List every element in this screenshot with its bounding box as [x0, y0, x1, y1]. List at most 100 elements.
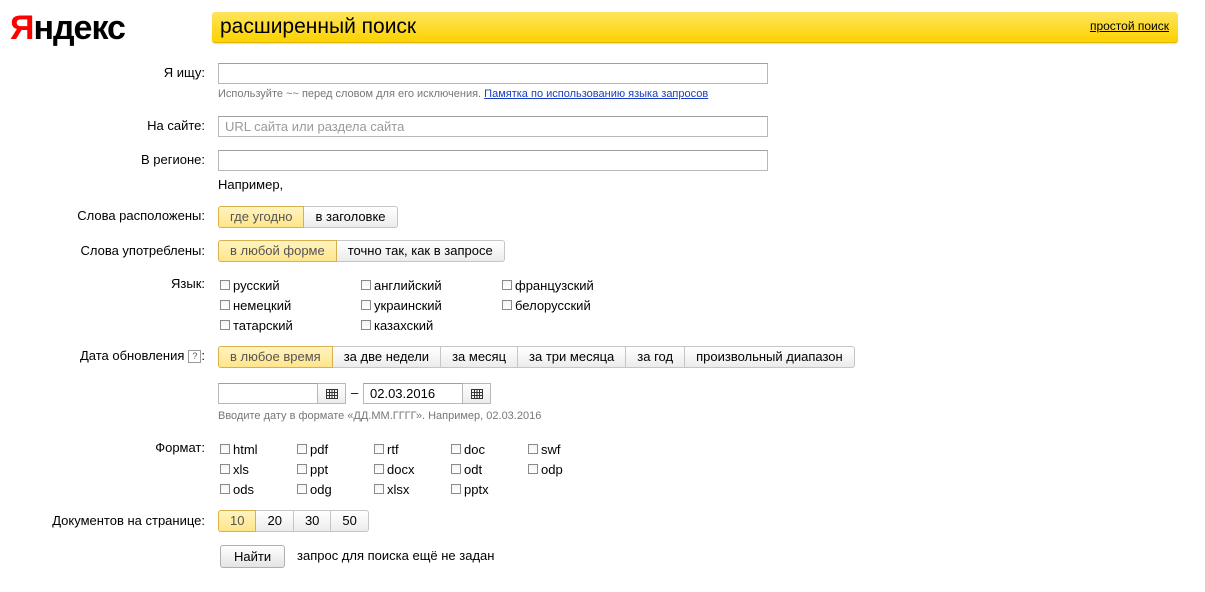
checkbox[interactable]	[297, 464, 307, 474]
format-option: doc	[451, 441, 485, 457]
words-form-selector: в любой форме точно так, как в запросе	[218, 240, 505, 262]
region-example: Например,	[218, 177, 284, 192]
checkbox[interactable]	[361, 300, 371, 310]
checkbox[interactable]	[451, 444, 461, 454]
format-option: xls	[220, 461, 249, 477]
per-page-50[interactable]: 50	[331, 510, 369, 532]
format-option: odg	[297, 481, 332, 497]
language-option-label: французский	[515, 277, 594, 293]
checkbox[interactable]	[374, 484, 384, 494]
date-option-any[interactable]: в любое время	[218, 346, 333, 368]
checkbox[interactable]	[528, 444, 538, 454]
words-position-anywhere[interactable]: где угодно	[218, 206, 305, 228]
per-page-30[interactable]: 30	[293, 510, 332, 532]
site-label: На сайте:	[147, 118, 205, 133]
find-button[interactable]: Найти	[220, 545, 286, 568]
date-to-input[interactable]	[363, 383, 463, 404]
checkbox[interactable]	[297, 484, 307, 494]
checkbox[interactable]	[374, 464, 384, 474]
checkbox[interactable]	[220, 464, 230, 474]
checkbox[interactable]	[502, 280, 512, 290]
checkbox[interactable]	[451, 484, 461, 494]
format-option: swf	[528, 441, 561, 457]
region-label: В регионе:	[141, 152, 205, 167]
checkbox[interactable]	[297, 444, 307, 454]
format-option: pptx	[451, 481, 489, 497]
date-from-input[interactable]	[218, 383, 318, 404]
region-input[interactable]	[218, 150, 768, 171]
query-hint: Используйте ~~ перед словом для его искл…	[218, 88, 708, 100]
date-option-three-months[interactable]: за три месяца	[518, 346, 627, 368]
language-option-label: русский	[233, 277, 280, 293]
format-option: html	[220, 441, 258, 457]
checkbox[interactable]	[502, 300, 512, 310]
checkbox[interactable]	[220, 320, 230, 330]
format-option: rtf	[374, 441, 399, 457]
words-position-title[interactable]: в заголовке	[304, 206, 398, 228]
checkbox[interactable]	[220, 300, 230, 310]
format-option-label: docx	[387, 461, 415, 477]
date-label: Дата обновления	[79, 348, 185, 363]
checkbox[interactable]	[374, 444, 384, 454]
per-page-20[interactable]: 20	[256, 510, 294, 532]
date-label-colon: :	[201, 348, 205, 363]
format-option: xlsx	[374, 481, 409, 497]
format-option: ods	[220, 481, 254, 497]
format-option: odp	[528, 461, 563, 477]
find-status: запрос для поиска ещё не задан	[297, 548, 495, 563]
words-form-exact[interactable]: точно так, как в запросе	[336, 240, 505, 262]
checkbox[interactable]	[451, 464, 461, 474]
per-page-10[interactable]: 10	[218, 510, 257, 532]
language-option: белорусский	[502, 297, 591, 313]
page-title: расширенный поиск	[220, 15, 417, 38]
checkbox[interactable]	[361, 320, 371, 330]
query-label: Я ищу:	[163, 65, 205, 80]
format-option: odt	[451, 461, 482, 477]
format-option-label: odt	[464, 461, 483, 477]
language-option: русский	[220, 277, 280, 293]
checkbox[interactable]	[361, 280, 371, 290]
date-hint: Вводите дату в формате «ДД.ММ.ГГГГ». Нап…	[218, 410, 542, 422]
words-form-any[interactable]: в любой форме	[218, 240, 337, 262]
format-option: docx	[374, 461, 414, 477]
query-language-help-link[interactable]: Памятка по использованию языка запросов	[484, 88, 708, 100]
calendar-to-icon[interactable]	[463, 383, 491, 404]
query-input[interactable]	[218, 63, 768, 84]
date-option-custom[interactable]: произвольный диапазон	[685, 346, 855, 368]
checkbox[interactable]	[220, 280, 230, 290]
date-separator: –	[351, 385, 359, 400]
checkbox[interactable]	[528, 464, 538, 474]
query-hint-text: Используйте ~~ перед словом для его искл…	[218, 88, 482, 100]
format-option-label: odp	[541, 461, 563, 477]
date-option-month[interactable]: за месяц	[441, 346, 519, 368]
format-option-label: swf	[541, 441, 561, 457]
site-input[interactable]	[218, 116, 768, 137]
date-option-two-weeks[interactable]: за две недели	[332, 346, 442, 368]
format-option-label: pdf	[310, 441, 329, 457]
logo-rest: ндекс	[33, 9, 126, 47]
date-range-selector: в любое время за две недели за месяц за …	[218, 346, 855, 368]
date-label-row: Дата обновления?:	[0, 348, 205, 364]
language-option: украинский	[361, 297, 442, 313]
language-option: французский	[502, 277, 594, 293]
format-option-label: odg	[310, 481, 332, 497]
words-form-label: Слова употреблены:	[80, 243, 205, 258]
language-option-label: украинский	[374, 297, 442, 313]
date-option-year[interactable]: за год	[626, 346, 686, 368]
language-label: Язык:	[171, 276, 205, 291]
language-option: татарский	[220, 317, 293, 333]
format-option-label: html	[233, 441, 258, 457]
format-option-label: xlsx	[387, 481, 410, 497]
checkbox[interactable]	[220, 484, 230, 494]
simple-search-link[interactable]: простой поиск	[1090, 19, 1169, 33]
format-option: ppt	[297, 461, 328, 477]
help-icon[interactable]: ?	[188, 350, 202, 363]
format-option-label: doc	[464, 441, 485, 457]
format-option-label: rtf	[387, 441, 399, 457]
checkbox[interactable]	[220, 444, 230, 454]
yandex-logo[interactable]: Яндекс	[10, 8, 126, 48]
format-option-label: ppt	[310, 461, 329, 477]
calendar-from-icon[interactable]	[318, 383, 346, 404]
language-option: казахский	[361, 317, 433, 333]
format-option-label: pptx	[464, 481, 489, 497]
